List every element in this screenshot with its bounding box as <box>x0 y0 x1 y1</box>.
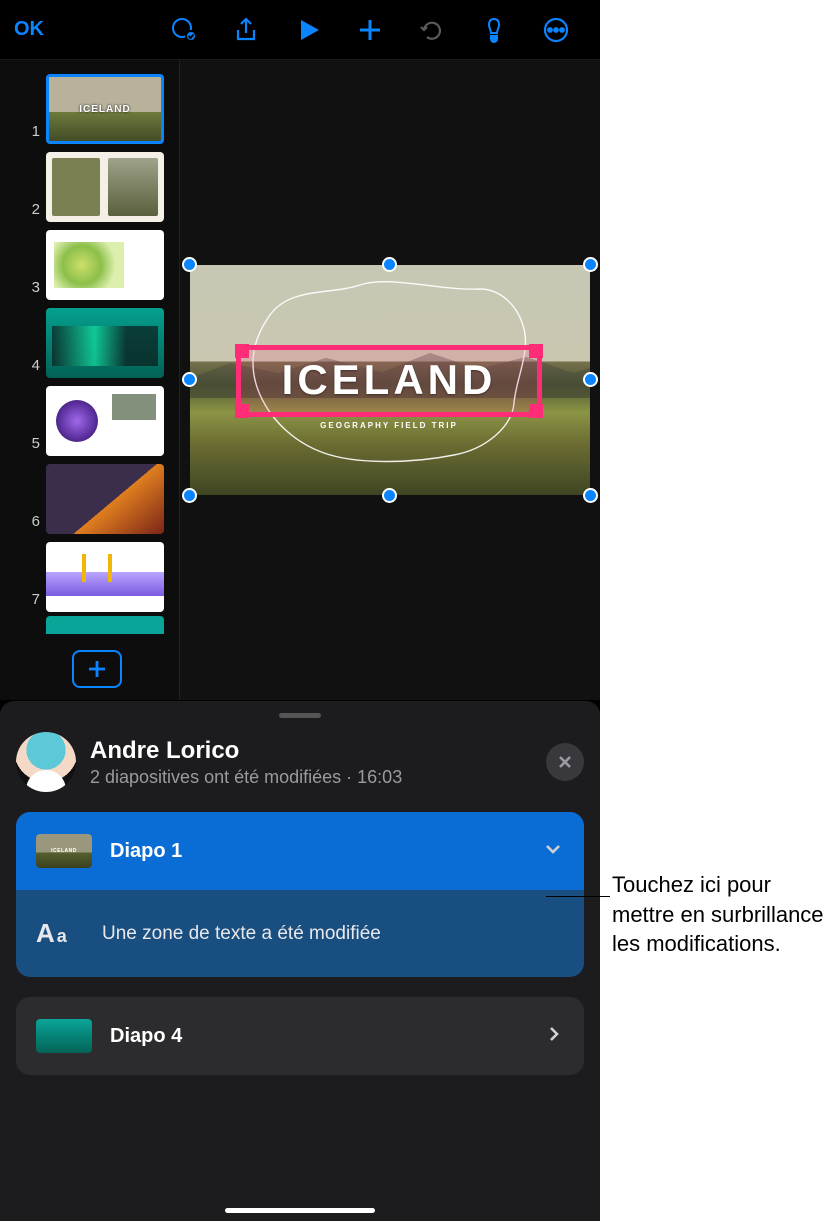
slide-thumb-8-partial[interactable] <box>46 616 164 634</box>
slide-number: 3 <box>0 279 40 300</box>
selection-handle[interactable] <box>382 257 397 272</box>
done-button[interactable]: OK <box>14 18 44 41</box>
slide-thumb-3[interactable]: 3 <box>0 226 179 304</box>
activity-sheet[interactable]: Andre Lorico 2 diapositives ont été modi… <box>0 701 600 1221</box>
slide-title[interactable]: ICELAND <box>241 356 537 404</box>
close-button[interactable] <box>546 743 584 781</box>
slide-thumb-5[interactable]: 5 <box>0 382 179 460</box>
activity-detail-text: Une zone de texte a été modifiée <box>102 923 381 945</box>
slide-thumb-1[interactable]: 1 <box>0 70 179 148</box>
text-change-icon: Aa <box>36 918 82 949</box>
thumb-image[interactable] <box>46 542 164 612</box>
selection-handle[interactable] <box>182 372 197 387</box>
sheet-grabber[interactable] <box>279 713 321 718</box>
thumb-image[interactable] <box>46 152 164 222</box>
selection-handle[interactable] <box>182 488 197 503</box>
selection-handle[interactable] <box>583 488 598 503</box>
slide-thumb-4[interactable]: 4 <box>0 304 179 382</box>
slide-mini-thumb <box>36 1019 92 1053</box>
add-slide-button[interactable] <box>72 650 122 688</box>
more-icon[interactable] <box>542 16 570 44</box>
editor-workspace: 1 2 3 4 5 6 7 <box>0 60 600 700</box>
slide-canvas-area[interactable]: ICELAND GEOGRAPHY FIELD TRIP <box>180 60 600 700</box>
activity-card-header[interactable]: Diapo 1 <box>16 812 584 890</box>
add-icon[interactable] <box>356 16 384 44</box>
toolbar-icons <box>170 16 570 44</box>
activity-card-title: Diapo 1 <box>110 840 524 863</box>
slide-thumb-6[interactable]: 6 <box>0 460 179 538</box>
home-indicator[interactable] <box>225 1208 375 1213</box>
slide-number: 6 <box>0 513 40 534</box>
slide-number: 1 <box>0 123 40 144</box>
callout-leader-line <box>546 896 610 897</box>
share-icon[interactable] <box>232 16 260 44</box>
user-name: Andre Lorico <box>90 737 532 765</box>
slide-thumb-7[interactable]: 7 <box>0 538 179 616</box>
format-brush-icon[interactable] <box>480 16 508 44</box>
slide-number: 4 <box>0 357 40 378</box>
chevron-down-icon <box>542 838 564 865</box>
slide-navigator[interactable]: 1 2 3 4 5 6 7 <box>0 60 180 700</box>
thumb-image[interactable] <box>46 308 164 378</box>
collaboration-icon[interactable] <box>170 16 198 44</box>
selection-handle[interactable] <box>583 257 598 272</box>
thumb-image[interactable] <box>46 464 164 534</box>
slide-thumb-2[interactable]: 2 <box>0 148 179 226</box>
selection-handle[interactable] <box>583 372 598 387</box>
slide-canvas[interactable]: ICELAND GEOGRAPHY FIELD TRIP <box>190 265 590 495</box>
activity-card-slide1[interactable]: Diapo 1 Aa Une zone de texte a été modif… <box>16 812 584 977</box>
slide-number: 2 <box>0 201 40 222</box>
activity-card-slide4[interactable]: Diapo 4 <box>16 997 584 1075</box>
slide-number: 5 <box>0 435 40 456</box>
slide-number: 7 <box>0 591 40 612</box>
callout-text: Touchez ici pour mettre en surbrillance … <box>612 870 830 959</box>
play-icon[interactable] <box>294 16 322 44</box>
selection-handle[interactable] <box>182 257 197 272</box>
title-text-box-selected[interactable]: ICELAND GEOGRAPHY FIELD TRIP <box>236 345 542 417</box>
thumb-image[interactable] <box>46 386 164 456</box>
slide-mini-thumb <box>36 834 92 868</box>
keynote-app-window: OK <box>0 0 600 1221</box>
slide-subtitle: GEOGRAPHY FIELD TRIP <box>241 421 537 430</box>
thumb-image[interactable] <box>46 74 164 144</box>
activity-user-row: Andre Lorico 2 diapositives ont été modi… <box>16 732 584 792</box>
avatar <box>16 732 76 792</box>
thumb-image[interactable] <box>46 230 164 300</box>
top-toolbar: OK <box>0 0 600 60</box>
chevron-right-icon <box>544 1024 564 1049</box>
activity-card-detail[interactable]: Aa Une zone de texte a été modifiée <box>16 890 584 977</box>
selection-handle[interactable] <box>382 488 397 503</box>
activity-summary: 2 diapositives ont été modifiées · 16:03 <box>90 767 532 788</box>
activity-card-title: Diapo 4 <box>110 1025 526 1048</box>
undo-icon <box>418 16 446 44</box>
